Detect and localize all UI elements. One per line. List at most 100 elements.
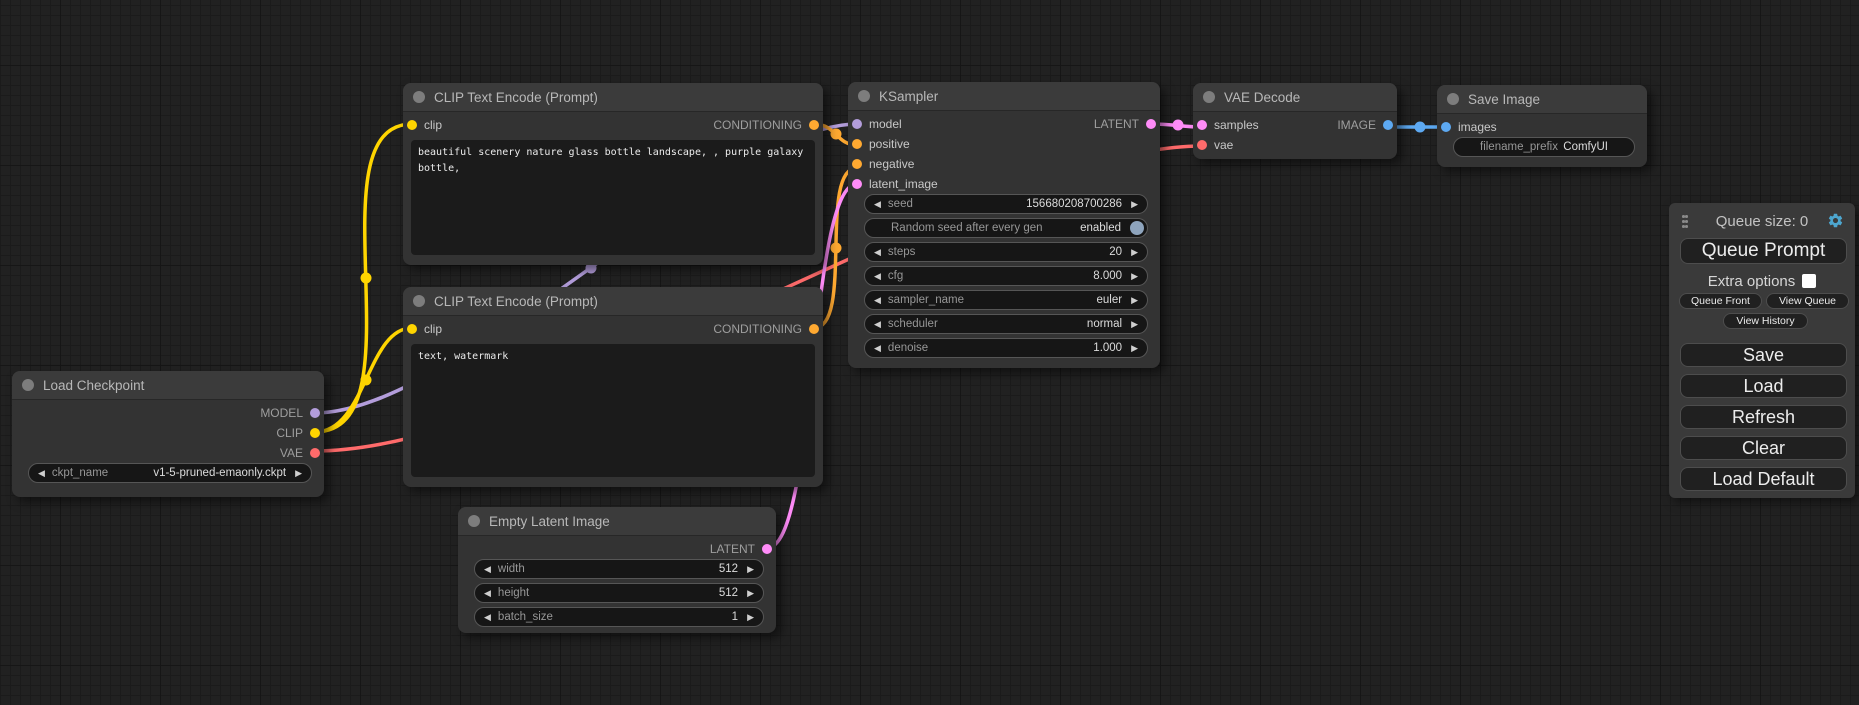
widget-label: batch_size — [498, 611, 553, 623]
decrement-arrow-icon[interactable]: ◀ — [484, 589, 491, 598]
node-save-image[interactable]: Save Imageimagesfilename_prefixComfyUI — [1437, 85, 1647, 167]
decrement-arrow-icon[interactable]: ◀ — [484, 613, 491, 622]
output-slot-MODEL-dot[interactable] — [310, 408, 320, 418]
input-slot-samples-dot[interactable] — [1197, 120, 1207, 130]
link-latent-vaedecode-midpoint-dot[interactable] — [1173, 120, 1184, 131]
decrement-arrow-icon[interactable]: ◀ — [484, 565, 491, 574]
collapse-dot-icon[interactable] — [858, 90, 870, 102]
load-checkpoint-title-bar[interactable]: Load Checkpoint — [12, 371, 324, 400]
widget-label: seed — [888, 198, 913, 210]
widget-ckpt_name[interactable]: ◀ckpt_namev1-5-pruned-emaonly.ckpt▶ — [28, 463, 312, 483]
node-ksampler[interactable]: KSamplermodelLATENTpositivenegativelaten… — [848, 82, 1160, 368]
increment-arrow-icon[interactable]: ▶ — [747, 589, 754, 598]
decrement-arrow-icon[interactable]: ◀ — [874, 272, 881, 281]
ksampler-title-bar[interactable]: KSampler — [848, 82, 1160, 111]
toggle-circle-icon[interactable] — [1130, 221, 1144, 235]
output-slot-CLIP-dot[interactable] — [310, 428, 320, 438]
increment-arrow-icon[interactable]: ▶ — [747, 565, 754, 574]
input-slot-positive-dot[interactable] — [852, 139, 862, 149]
widget-seed[interactable]: ◀seed156680208700286▶ — [864, 194, 1148, 214]
link-image-midpoint-dot[interactable] — [1415, 122, 1426, 133]
prompt-textarea[interactable]: text, watermark — [411, 344, 815, 477]
increment-arrow-icon[interactable]: ▶ — [747, 613, 754, 622]
view-queue-button[interactable]: View Queue — [1766, 293, 1849, 309]
input-slot-images-dot[interactable] — [1441, 122, 1451, 132]
input-slot-clip-dot[interactable] — [407, 120, 417, 130]
collapse-dot-icon[interactable] — [1203, 91, 1215, 103]
save-button[interactable]: Save — [1680, 343, 1847, 367]
node-empty-latent-image[interactable]: Empty Latent ImageLATENT◀width512▶◀heigh… — [458, 507, 776, 633]
slot-row: clipCONDITIONING — [403, 319, 823, 339]
widget-steps[interactable]: ◀steps20▶ — [864, 242, 1148, 262]
refresh-button[interactable]: Refresh — [1680, 405, 1847, 429]
save-image-title-bar[interactable]: Save Image — [1437, 85, 1647, 114]
increment-arrow-icon[interactable]: ▶ — [1131, 200, 1138, 209]
input-slot-vae-dot[interactable] — [1197, 140, 1207, 150]
output-slot-VAE-dot[interactable] — [310, 448, 320, 458]
decrement-arrow-icon[interactable]: ◀ — [874, 200, 881, 209]
link-clip-positive-midpoint-dot[interactable] — [361, 273, 372, 284]
decrement-arrow-icon[interactable]: ◀ — [874, 248, 881, 257]
queue-front-button[interactable]: Queue Front — [1679, 293, 1762, 309]
output-slot-CONDITIONING-dot[interactable] — [809, 324, 819, 334]
node-vae-decode[interactable]: VAE DecodesamplesIMAGEvae — [1193, 83, 1397, 159]
node-clip-text-encode-positive[interactable]: CLIP Text Encode (Prompt)clipCONDITIONIN… — [403, 83, 823, 265]
clip-text-encode-positive-title-bar[interactable]: CLIP Text Encode (Prompt) — [403, 83, 823, 112]
collapse-dot-icon[interactable] — [468, 515, 480, 527]
link-conditioning-negative-midpoint-dot[interactable] — [831, 243, 842, 254]
collapse-dot-icon[interactable] — [1447, 93, 1459, 105]
collapse-dot-icon[interactable] — [413, 91, 425, 103]
widget-width[interactable]: ◀width512▶ — [474, 559, 764, 579]
clear-button[interactable]: Clear — [1680, 436, 1847, 460]
increment-arrow-icon[interactable]: ▶ — [1131, 248, 1138, 257]
widget-denoise[interactable]: ◀denoise1.000▶ — [864, 338, 1148, 358]
increment-arrow-icon[interactable]: ▶ — [1131, 296, 1138, 305]
link-clip-negative-midpoint-dot[interactable] — [361, 375, 372, 386]
node-load-checkpoint[interactable]: Load CheckpointMODELCLIPVAE◀ckpt_namev1-… — [12, 371, 324, 497]
view-history-button[interactable]: View History — [1723, 313, 1808, 329]
clip-text-encode-negative-title-bar[interactable]: CLIP Text Encode (Prompt) — [403, 287, 823, 316]
widget-filename_prefix[interactable]: filename_prefixComfyUI — [1453, 137, 1635, 157]
increment-arrow-icon[interactable]: ▶ — [1131, 320, 1138, 329]
vae-decode-title-bar[interactable]: VAE Decode — [1193, 83, 1397, 112]
widget-value: 512 — [719, 587, 738, 599]
collapse-dot-icon[interactable] — [22, 379, 34, 391]
load-button[interactable]: Load — [1680, 374, 1847, 398]
widget-height[interactable]: ◀height512▶ — [474, 583, 764, 603]
output-slot-CONDITIONING-dot[interactable] — [809, 120, 819, 130]
settings-gear-icon[interactable] — [1827, 212, 1844, 229]
output-slot-LATENT-dot[interactable] — [1146, 119, 1156, 129]
input-slot-model-dot[interactable] — [852, 119, 862, 129]
decrement-arrow-icon[interactable]: ◀ — [874, 320, 881, 329]
widget-batch_size[interactable]: ◀ batch_size 1 ▶ — [474, 607, 764, 627]
output-slot-LATENT-dot[interactable] — [762, 544, 772, 554]
widget-value: 1 — [732, 611, 738, 623]
node-graph-canvas[interactable]: Load CheckpointMODELCLIPVAE◀ckpt_namev1-… — [0, 0, 1859, 705]
output-slot-label: LATENT — [1094, 117, 1139, 131]
decrement-arrow-icon[interactable]: ◀ — [38, 469, 45, 478]
increment-arrow-icon[interactable]: ▶ — [295, 469, 302, 478]
widget-label: cfg — [888, 270, 903, 282]
empty-latent-image-title-bar[interactable]: Empty Latent Image — [458, 507, 776, 536]
decrement-arrow-icon[interactable]: ◀ — [874, 296, 881, 305]
decrement-arrow-icon[interactable]: ◀ — [874, 344, 881, 353]
widget-value: 1.000 — [1093, 342, 1122, 354]
increment-arrow-icon[interactable]: ▶ — [1131, 344, 1138, 353]
widget-scheduler[interactable]: ◀schedulernormal▶ — [864, 314, 1148, 334]
collapse-dot-icon[interactable] — [413, 295, 425, 307]
input-slot-negative-dot[interactable] — [852, 159, 862, 169]
increment-arrow-icon[interactable]: ▶ — [1131, 272, 1138, 281]
input-slot-clip-dot[interactable] — [407, 324, 417, 334]
input-slot-label: samples — [1214, 118, 1259, 132]
link-conditioning-positive-midpoint-dot[interactable] — [831, 129, 842, 140]
node-clip-text-encode-negative[interactable]: CLIP Text Encode (Prompt) clipCONDITIONIN… — [403, 287, 823, 487]
prompt-textarea[interactable]: beautiful scenery nature glass bottle la… — [411, 140, 815, 255]
widget-random-seed-after-every-gen[interactable]: Random seed after every genenabled — [864, 218, 1148, 238]
output-slot-IMAGE-dot[interactable] — [1383, 120, 1393, 130]
widget-sampler_name[interactable]: ◀sampler_nameeuler▶ — [864, 290, 1148, 310]
queue-prompt-button[interactable]: Queue Prompt — [1680, 238, 1847, 264]
widget-cfg[interactable]: ◀cfg8.000▶ — [864, 266, 1148, 286]
extra-options-checkbox[interactable] — [1802, 274, 1816, 288]
input-slot-latent_image-dot[interactable] — [852, 179, 862, 189]
load-default-button[interactable]: Load Default — [1680, 467, 1847, 491]
